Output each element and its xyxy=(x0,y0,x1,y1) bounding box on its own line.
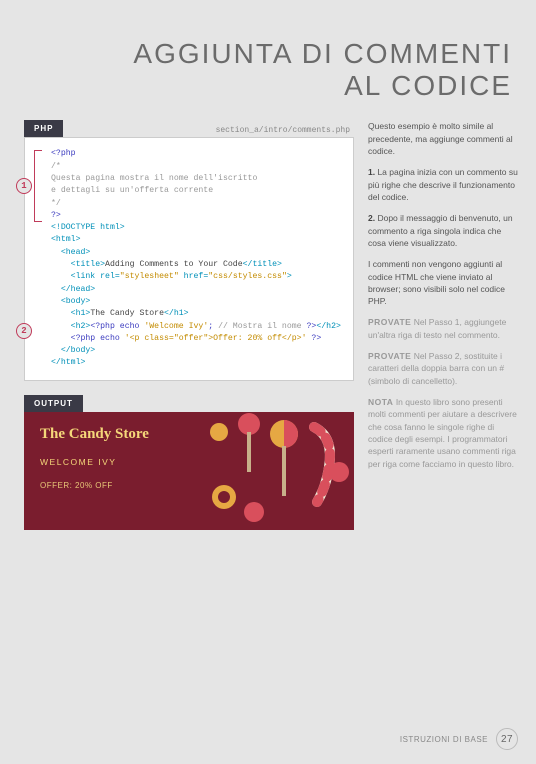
sidebar-para: Questo esempio è molto simile al precede… xyxy=(368,120,520,157)
footer-label: ISTRUZIONI DI BASE xyxy=(400,735,488,744)
output-text: The Candy Store WELCOME IVY OFFER: 20% O… xyxy=(24,412,354,504)
code-line: <h1>The Candy Store</h1> xyxy=(51,308,345,320)
sidebar-text: Questo esempio è molto simile al precede… xyxy=(368,120,520,529)
main-content: PHP section_a/intro/comments.php 1 2 <?p… xyxy=(0,102,536,529)
title-line-2: AL CODICE xyxy=(0,70,512,102)
code-line: </body> xyxy=(51,345,345,357)
code-line: </head> xyxy=(51,284,345,296)
store-title: The Candy Store xyxy=(40,426,338,443)
page-number: 27 xyxy=(496,728,518,750)
sidebar-para: 2. Dopo il messaggio di benvenuto, un co… xyxy=(368,212,520,249)
code-line: <h2><?php echo 'Welcome Ivy'; // Mostra … xyxy=(51,321,345,333)
offer-text: OFFER: 20% OFF xyxy=(40,481,338,490)
title-line-1: AGGIUNTA DI COMMENTI xyxy=(0,38,512,70)
left-column: PHP section_a/intro/comments.php 1 2 <?p… xyxy=(24,120,354,529)
code-line: ?> xyxy=(51,210,345,222)
code-line: <html> xyxy=(51,234,345,246)
sidebar-para: NOTA In questo libro sono presenti molti… xyxy=(368,396,520,470)
code-listing: 1 2 <?php /* Questa pagina mostra il nom… xyxy=(24,137,354,380)
code-line: <title>Adding Comments to Your Code</tit… xyxy=(51,259,345,271)
code-line: <body> xyxy=(51,296,345,308)
code-line: <?php xyxy=(51,148,345,160)
code-line: <!DOCTYPE html> xyxy=(51,222,345,234)
sidebar-para: 1. La pagina inizia con un commento su p… xyxy=(368,166,520,203)
code-line: Questa pagina mostra il nome dell'iscrit… xyxy=(51,173,345,185)
output-box: The Candy Store WELCOME IVY OFFER: 20% O… xyxy=(24,412,354,530)
welcome-text: WELCOME IVY xyxy=(40,457,338,467)
output-tab: OUTPUT xyxy=(24,395,83,412)
code-line: /* xyxy=(51,161,345,173)
code-line: </html> xyxy=(51,357,345,369)
sidebar-para: PROVATE Nel Passo 1, aggiungete un'altra… xyxy=(368,316,520,341)
code-line: <?php echo '<p class="offer">Offer: 20% … xyxy=(51,333,345,345)
page-title: AGGIUNTA DI COMMENTI AL CODICE xyxy=(0,0,536,102)
footer: ISTRUZIONI DI BASE 27 xyxy=(400,728,518,750)
php-tab: PHP xyxy=(24,120,63,137)
bracket-1 xyxy=(34,150,42,222)
code-line: */ xyxy=(51,198,345,210)
file-path: section_a/intro/comments.php xyxy=(216,126,354,137)
code-line: <link rel="stylesheet" href="css/styles.… xyxy=(51,271,345,283)
sidebar-para: PROVATE Nel Passo 2, sostituite i caratt… xyxy=(368,350,520,387)
code-tab-bar: PHP section_a/intro/comments.php xyxy=(24,120,354,137)
code-lines: <?php /* Questa pagina mostra il nome de… xyxy=(29,148,345,369)
code-line: <head> xyxy=(51,247,345,259)
sidebar-para: I commenti non vengono aggiunti al codic… xyxy=(368,258,520,307)
code-line: e dettagli su un'offerta corrente xyxy=(51,185,345,197)
